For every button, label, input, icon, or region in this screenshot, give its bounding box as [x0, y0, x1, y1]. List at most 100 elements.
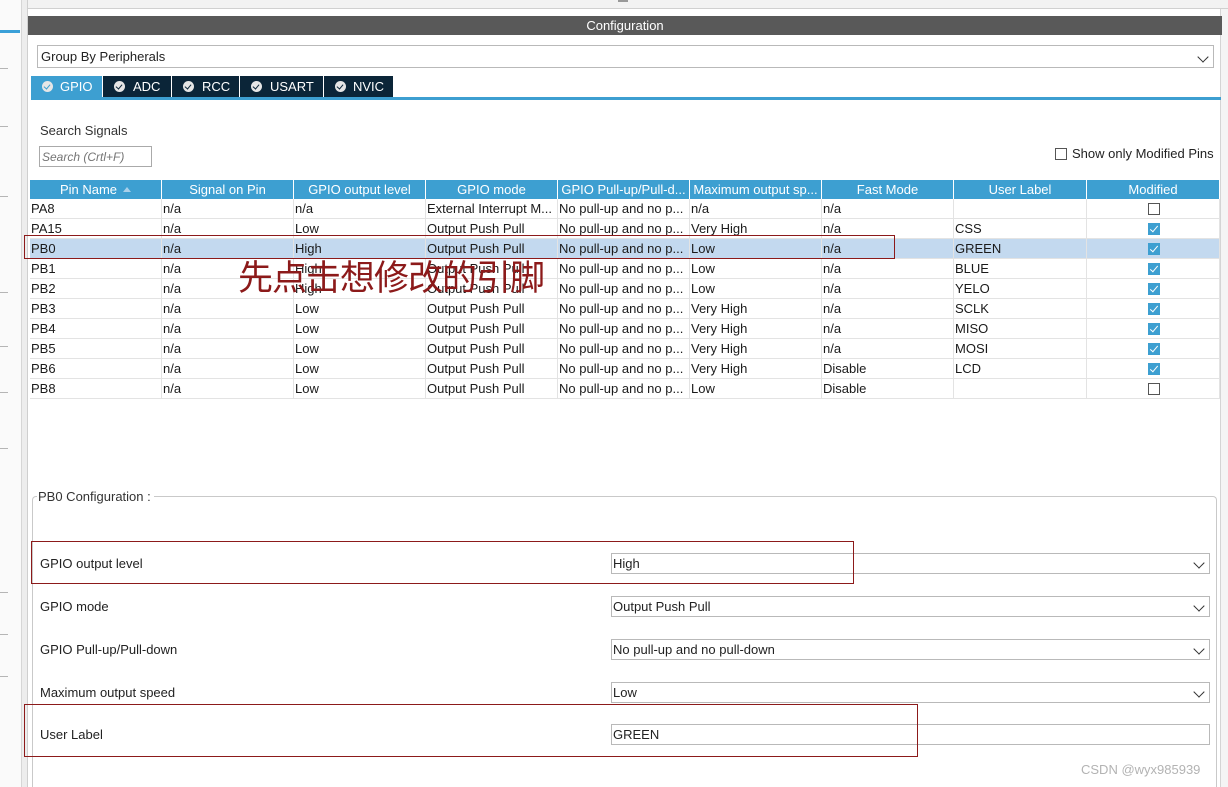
cell-pin-name: PB5 [30, 339, 162, 359]
column-header-label: GPIO Pull-up/Pull-d... [561, 182, 686, 197]
left-panel-tick [0, 126, 8, 127]
cell-gpio-pull: No pull-up and no p... [558, 259, 690, 279]
vertical-scrollbar[interactable] [1220, 9, 1228, 787]
cell-modified [1087, 259, 1220, 279]
cell-pin-name: PB2 [30, 279, 162, 299]
annotation-highlight-output-level [31, 541, 854, 584]
column-header-label: User Label [988, 182, 1052, 197]
tab-adc[interactable]: ADC [103, 76, 172, 97]
tab-label: ADC [133, 79, 161, 94]
show-modified-checkbox[interactable] [1055, 148, 1067, 160]
annotation-text: 先点击想修改的引脚 [238, 259, 545, 299]
table-row[interactable]: PB1 n/a High Output Push Pull No pull-up and… [30, 259, 1220, 279]
left-panel-tick [0, 292, 8, 293]
gpio-pull-select[interactable]: No pull-up and no pull-down [611, 639, 1210, 660]
checked-checkbox-icon [1147, 283, 1160, 295]
column-header-gpio-mode[interactable]: GPIO mode [426, 180, 558, 199]
cell-gpio-output-level: Low [294, 299, 426, 319]
cell-gpio-pull: No pull-up and no p... [558, 299, 690, 319]
left-panel-tick [0, 634, 8, 635]
cell-signal-on-pin: n/a [162, 199, 294, 219]
cell-gpio-pull: No pull-up and no p... [558, 199, 690, 219]
tab-label: GPIO [60, 79, 93, 94]
checked-checkbox-icon [1147, 303, 1160, 315]
column-header-gpio-output-level[interactable]: GPIO output level [294, 180, 426, 199]
table-row[interactable]: PA8 n/a n/a External Interrupt M... No pull-… [30, 199, 1220, 219]
cell-gpio-mode: Output Push Pull [426, 339, 558, 359]
chevron-down-icon [1193, 600, 1205, 612]
cell-pin-name: PA8 [30, 199, 162, 219]
cell-user-label: GREEN [954, 239, 1087, 259]
column-header-label: Pin Name [59, 182, 118, 197]
max-output-speed-select[interactable]: Low [611, 682, 1210, 703]
group-by-value: Group By Peripherals [41, 49, 166, 64]
cell-gpio-output-level: Low [294, 379, 426, 399]
cell-fast-mode: n/a [822, 259, 954, 279]
cell-user-label: MISO [954, 319, 1087, 339]
chevron-down-icon [1197, 51, 1209, 63]
tab-gpio[interactable]: GPIO [31, 76, 103, 97]
search-signals-label: Search Signals [40, 123, 128, 138]
column-header-gpio-pull[interactable]: GPIO Pull-up/Pull-d... [558, 180, 690, 199]
table-row[interactable]: PB8 n/a Low Output Push Pull No pull-up and … [30, 379, 1220, 399]
table-row[interactable]: PB2 n/a High Output Push Pull No pull-up and… [30, 279, 1220, 299]
cell-fast-mode: n/a [822, 299, 954, 319]
cell-user-label: SCLK [954, 299, 1087, 319]
cell-signal-on-pin: n/a [162, 299, 294, 319]
left-panel-tick [0, 676, 8, 677]
cell-pin-name: PB3 [30, 299, 162, 319]
panel-frame [22, 0, 28, 787]
cell-user-label [954, 379, 1087, 399]
checked-checkbox-icon [1147, 343, 1160, 355]
check-circle-icon [42, 81, 53, 92]
annotation-highlight-user-label [24, 704, 918, 757]
cell-user-label: BLUE [954, 259, 1087, 279]
search-signals-input[interactable] [39, 146, 152, 167]
cell-fast-mode: n/a [822, 279, 954, 299]
cell-user-label [954, 199, 1087, 219]
checked-checkbox-icon [1147, 223, 1160, 235]
cell-gpio-output-level: Low [294, 319, 426, 339]
column-header-label: GPIO mode [457, 182, 526, 197]
max-output-speed-value: Low [613, 685, 637, 700]
cell-user-label: CSS [954, 219, 1087, 239]
left-panel-tick [0, 68, 8, 69]
table-row[interactable]: PB6 n/a Low Output Push Pull No pull-up and … [30, 359, 1220, 379]
table-row[interactable]: PB4 n/a Low Output Push Pull No pull-up and … [30, 319, 1220, 339]
column-header-label: Fast Mode [856, 182, 919, 197]
column-header-pin-name[interactable]: Pin Name [30, 180, 162, 199]
watermark: CSDN @wyx985939 [1081, 762, 1201, 777]
cell-fast-mode: n/a [822, 319, 954, 339]
table-header: Pin Name Signal on Pin GPIO output level GP… [30, 180, 1220, 199]
column-header-modified[interactable]: Modified [1087, 180, 1220, 199]
column-header-label: Modified [1128, 182, 1178, 197]
cell-fast-mode: Disable [822, 379, 954, 399]
table-row[interactable]: PB3 n/a Low Output Push Pull No pull-up and … [30, 299, 1220, 319]
group-by-select[interactable]: Group By Peripherals [37, 45, 1214, 68]
gpio-pull-value: No pull-up and no pull-down [613, 642, 775, 657]
chevron-down-icon [1193, 643, 1205, 655]
gpio-mode-select[interactable]: Output Push Pull [611, 596, 1210, 617]
cell-signal-on-pin: n/a [162, 319, 294, 339]
tab-rcc[interactable]: RCC [172, 76, 240, 97]
tab-usart[interactable]: USART [240, 76, 324, 97]
cell-user-label: LCD [954, 359, 1087, 379]
checked-checkbox-icon [1147, 323, 1160, 335]
cell-gpio-output-level: Low [294, 339, 426, 359]
column-header-fast-mode[interactable]: Fast Mode [822, 180, 954, 199]
column-header-user-label[interactable]: User Label [954, 180, 1087, 199]
left-panel-tick [0, 448, 8, 449]
cell-modified [1087, 379, 1220, 399]
column-header-max-output-speed[interactable]: Maximum output sp... [690, 180, 822, 199]
cell-gpio-mode: External Interrupt M... [426, 199, 558, 219]
cell-max-output-speed: Very High [690, 359, 822, 379]
tab-nvic[interactable]: NVIC [324, 76, 394, 97]
column-header-label: GPIO output level [308, 182, 411, 197]
table-row[interactable]: PB5 n/a Low Output Push Pull No pull-up and … [30, 339, 1220, 359]
check-circle-icon [183, 81, 194, 92]
sort-ascending-icon [123, 187, 132, 192]
column-header-signal-on-pin[interactable]: Signal on Pin [162, 180, 294, 199]
tab-label: NVIC [353, 79, 385, 94]
chevron-down-icon [1193, 557, 1205, 569]
cell-gpio-mode: Output Push Pull [426, 319, 558, 339]
